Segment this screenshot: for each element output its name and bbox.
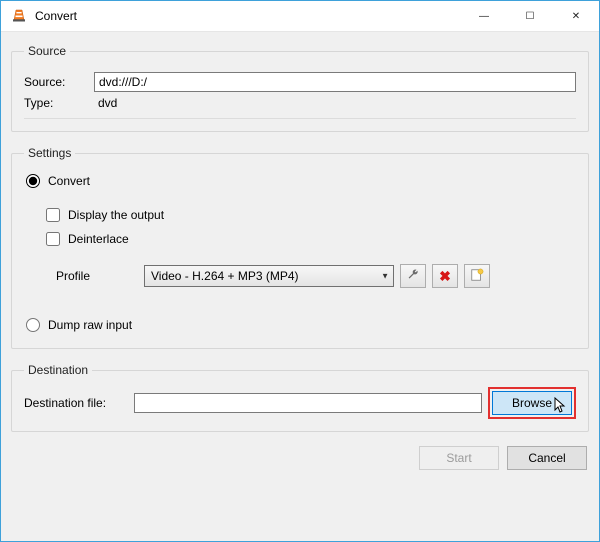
deinterlace-checkbox[interactable]: Deinterlace xyxy=(46,232,576,246)
convert-radio-label: Convert xyxy=(48,174,90,188)
delete-icon: ✖ xyxy=(439,268,451,285)
titlebar: Convert — ☐ ✕ xyxy=(1,1,599,32)
display-output-label: Display the output xyxy=(68,208,164,222)
source-label: Source: xyxy=(24,75,94,89)
destination-group: Destination Destination file: Browse xyxy=(11,363,589,432)
close-button[interactable]: ✕ xyxy=(553,1,599,31)
profile-label: Profile xyxy=(24,269,144,283)
display-output-input[interactable] xyxy=(46,208,60,222)
type-row: Type: dvd xyxy=(24,96,576,110)
dump-radio-input[interactable] xyxy=(26,318,40,332)
type-label: Type: xyxy=(24,96,94,110)
type-value: dvd xyxy=(94,96,117,110)
source-group: Source Source: Type: dvd xyxy=(11,44,589,132)
start-button: Start xyxy=(419,446,499,470)
browse-button[interactable]: Browse xyxy=(492,391,572,415)
new-profile-icon xyxy=(470,268,484,285)
settings-legend: Settings xyxy=(24,146,75,160)
chevron-down-icon: ▼ xyxy=(381,272,389,281)
dialog-buttons: Start Cancel xyxy=(11,440,589,472)
new-profile-button[interactable] xyxy=(464,264,490,288)
maximize-button[interactable]: ☐ xyxy=(507,1,553,31)
convert-radio-input[interactable] xyxy=(26,174,40,188)
client-area: Source Source: Type: dvd Settings Conver… xyxy=(1,32,599,541)
cancel-button[interactable]: Cancel xyxy=(507,446,587,470)
wrench-icon xyxy=(406,268,420,285)
deinterlace-input[interactable] xyxy=(46,232,60,246)
destination-legend: Destination xyxy=(24,363,92,377)
dump-radio[interactable]: Dump raw input xyxy=(24,318,576,332)
deinterlace-label: Deinterlace xyxy=(68,232,129,246)
destination-row: Destination file: Browse xyxy=(24,387,576,419)
dump-radio-label: Dump raw input xyxy=(48,318,132,332)
window-title: Convert xyxy=(35,9,461,23)
convert-window: Convert — ☐ ✕ Source Source: Type: dvd S… xyxy=(0,0,600,542)
source-separator xyxy=(24,118,576,119)
settings-group: Settings Convert Display the output Dein… xyxy=(11,146,589,349)
source-input[interactable] xyxy=(94,72,576,92)
convert-radio[interactable]: Convert xyxy=(24,174,576,188)
vlc-icon xyxy=(11,8,27,24)
profile-value: Video - H.264 + MP3 (MP4) xyxy=(151,269,299,283)
profile-combobox[interactable]: Video - H.264 + MP3 (MP4) ▼ xyxy=(144,265,394,287)
delete-profile-button[interactable]: ✖ xyxy=(432,264,458,288)
edit-profile-button[interactable] xyxy=(400,264,426,288)
source-legend: Source xyxy=(24,44,70,58)
minimize-button[interactable]: — xyxy=(461,1,507,31)
display-output-checkbox[interactable]: Display the output xyxy=(46,208,576,222)
browse-highlight: Browse xyxy=(488,387,576,419)
destination-file-label: Destination file: xyxy=(24,396,134,410)
profile-row: Profile Video - H.264 + MP3 (MP4) ▼ ✖ xyxy=(24,264,576,288)
window-controls: — ☐ ✕ xyxy=(461,1,599,31)
source-row: Source: xyxy=(24,72,576,92)
destination-file-input[interactable] xyxy=(134,393,482,413)
